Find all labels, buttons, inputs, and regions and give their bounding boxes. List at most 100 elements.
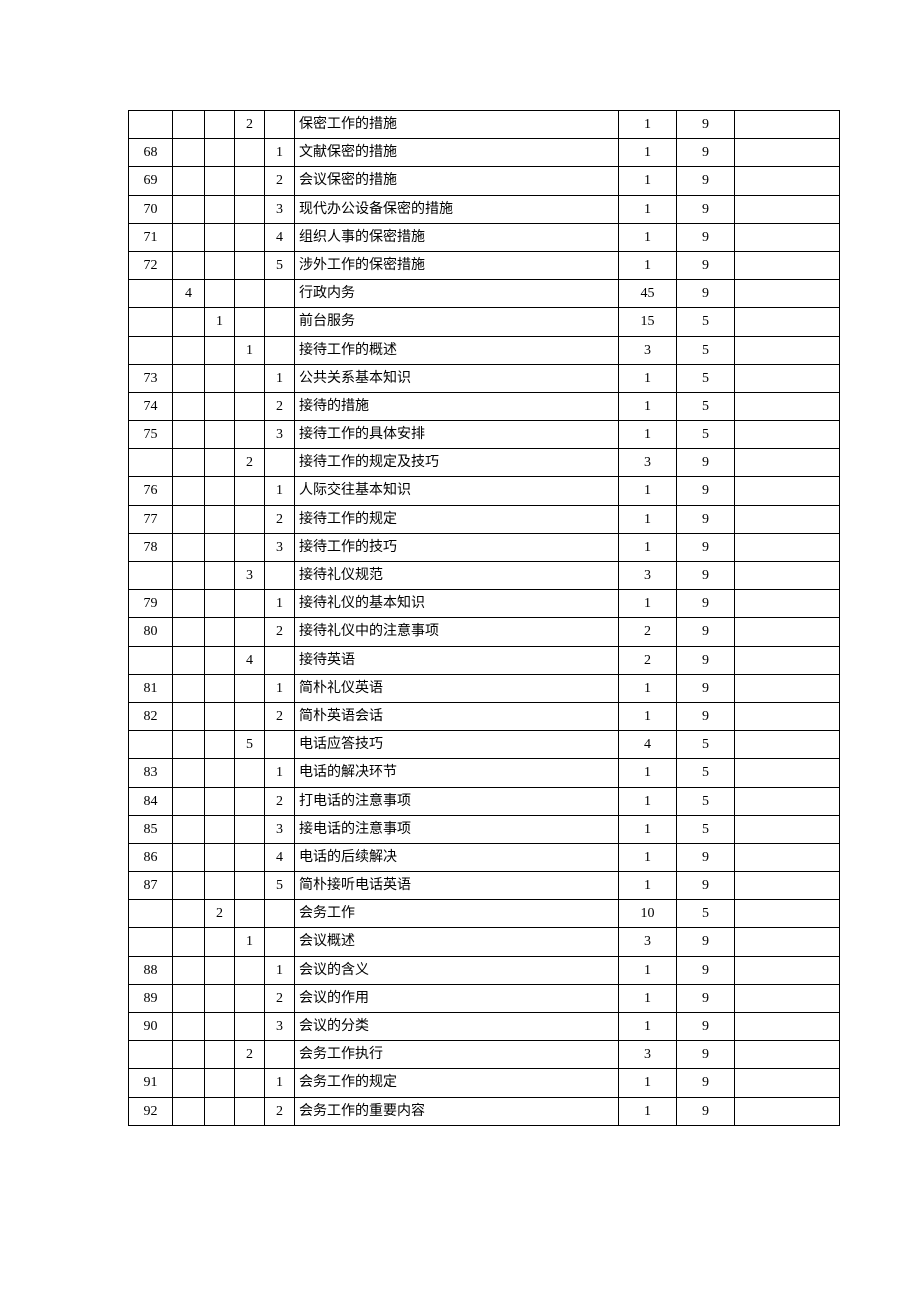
col-hours: 1 bbox=[619, 956, 677, 984]
col-level-b bbox=[205, 815, 235, 843]
col-seq bbox=[129, 449, 173, 477]
col-title: 会议的分类 bbox=[295, 1013, 619, 1041]
col-seq bbox=[129, 111, 173, 139]
col-level-c bbox=[235, 590, 265, 618]
col-hours: 1 bbox=[619, 421, 677, 449]
col-title: 会议保密的措施 bbox=[295, 167, 619, 195]
col-seq: 87 bbox=[129, 872, 173, 900]
table-row: 725涉外工作的保密措施19 bbox=[129, 251, 840, 279]
col-title: 电话应答技巧 bbox=[295, 731, 619, 759]
col-level-a bbox=[173, 477, 205, 505]
col-level-a bbox=[173, 900, 205, 928]
col-level-c bbox=[235, 702, 265, 730]
col-remark bbox=[735, 872, 840, 900]
col-level-a bbox=[173, 223, 205, 251]
col-level-a bbox=[173, 364, 205, 392]
col-level-d: 2 bbox=[265, 984, 295, 1012]
col-chapter: 9 bbox=[677, 533, 735, 561]
col-level-a bbox=[173, 956, 205, 984]
col-seq: 69 bbox=[129, 167, 173, 195]
col-hours: 1 bbox=[619, 1097, 677, 1125]
col-level-b bbox=[205, 195, 235, 223]
col-seq: 71 bbox=[129, 223, 173, 251]
table-row: 2保密工作的措施19 bbox=[129, 111, 840, 139]
col-hours: 1 bbox=[619, 111, 677, 139]
col-chapter: 9 bbox=[677, 111, 735, 139]
col-level-b bbox=[205, 759, 235, 787]
col-title: 接待的措施 bbox=[295, 392, 619, 420]
col-hours: 3 bbox=[619, 1041, 677, 1069]
col-level-a bbox=[173, 618, 205, 646]
col-chapter: 9 bbox=[677, 843, 735, 871]
col-level-d: 1 bbox=[265, 674, 295, 702]
col-level-d: 3 bbox=[265, 815, 295, 843]
table-row: 772接待工作的规定19 bbox=[129, 505, 840, 533]
col-chapter: 9 bbox=[677, 646, 735, 674]
col-level-d: 1 bbox=[265, 364, 295, 392]
col-remark bbox=[735, 167, 840, 195]
col-seq: 91 bbox=[129, 1069, 173, 1097]
col-level-b bbox=[205, 984, 235, 1012]
col-remark bbox=[735, 477, 840, 505]
col-level-a bbox=[173, 815, 205, 843]
col-level-c: 1 bbox=[235, 928, 265, 956]
col-seq bbox=[129, 928, 173, 956]
col-chapter: 5 bbox=[677, 815, 735, 843]
col-chapter: 9 bbox=[677, 1069, 735, 1097]
col-title: 接待工作的规定及技巧 bbox=[295, 449, 619, 477]
col-level-c bbox=[235, 1097, 265, 1125]
col-hours: 1 bbox=[619, 702, 677, 730]
col-level-b bbox=[205, 731, 235, 759]
col-chapter: 9 bbox=[677, 618, 735, 646]
col-level-b bbox=[205, 336, 235, 364]
col-seq: 78 bbox=[129, 533, 173, 561]
col-hours: 3 bbox=[619, 928, 677, 956]
col-level-b bbox=[205, 533, 235, 561]
col-level-d bbox=[265, 308, 295, 336]
col-hours: 1 bbox=[619, 533, 677, 561]
col-hours: 1 bbox=[619, 843, 677, 871]
outline-table-body: 2保密工作的措施19681文献保密的措施19692会议保密的措施19703现代办… bbox=[129, 111, 840, 1126]
col-level-a bbox=[173, 646, 205, 674]
table-row: 911会务工作的规定19 bbox=[129, 1069, 840, 1097]
col-level-d: 3 bbox=[265, 195, 295, 223]
table-row: 783接待工作的技巧19 bbox=[129, 533, 840, 561]
col-level-b bbox=[205, 449, 235, 477]
col-level-d: 3 bbox=[265, 1013, 295, 1041]
table-row: 1前台服务155 bbox=[129, 308, 840, 336]
col-level-b bbox=[205, 562, 235, 590]
col-level-d: 1 bbox=[265, 477, 295, 505]
col-level-c bbox=[235, 1069, 265, 1097]
col-title: 简朴英语会话 bbox=[295, 702, 619, 730]
col-level-d bbox=[265, 562, 295, 590]
col-level-d: 4 bbox=[265, 843, 295, 871]
col-hours: 15 bbox=[619, 308, 677, 336]
table-row: 5电话应答技巧45 bbox=[129, 731, 840, 759]
col-chapter: 5 bbox=[677, 759, 735, 787]
table-row: 853接电话的注意事项15 bbox=[129, 815, 840, 843]
col-level-a bbox=[173, 787, 205, 815]
col-chapter: 5 bbox=[677, 421, 735, 449]
col-level-d bbox=[265, 900, 295, 928]
col-level-d: 5 bbox=[265, 872, 295, 900]
col-seq bbox=[129, 336, 173, 364]
col-remark bbox=[735, 646, 840, 674]
col-title: 前台服务 bbox=[295, 308, 619, 336]
col-remark bbox=[735, 674, 840, 702]
col-remark bbox=[735, 928, 840, 956]
col-level-c bbox=[235, 815, 265, 843]
table-row: 692会议保密的措施19 bbox=[129, 167, 840, 195]
table-row: 2接待工作的规定及技巧39 bbox=[129, 449, 840, 477]
col-level-d: 1 bbox=[265, 956, 295, 984]
col-level-d: 3 bbox=[265, 533, 295, 561]
col-chapter: 9 bbox=[677, 251, 735, 279]
col-remark bbox=[735, 787, 840, 815]
col-hours: 1 bbox=[619, 984, 677, 1012]
col-seq bbox=[129, 308, 173, 336]
col-level-c bbox=[235, 195, 265, 223]
col-remark bbox=[735, 1041, 840, 1069]
col-chapter: 9 bbox=[677, 195, 735, 223]
col-title: 行政内务 bbox=[295, 280, 619, 308]
col-level-a bbox=[173, 674, 205, 702]
table-row: 1会议概述39 bbox=[129, 928, 840, 956]
